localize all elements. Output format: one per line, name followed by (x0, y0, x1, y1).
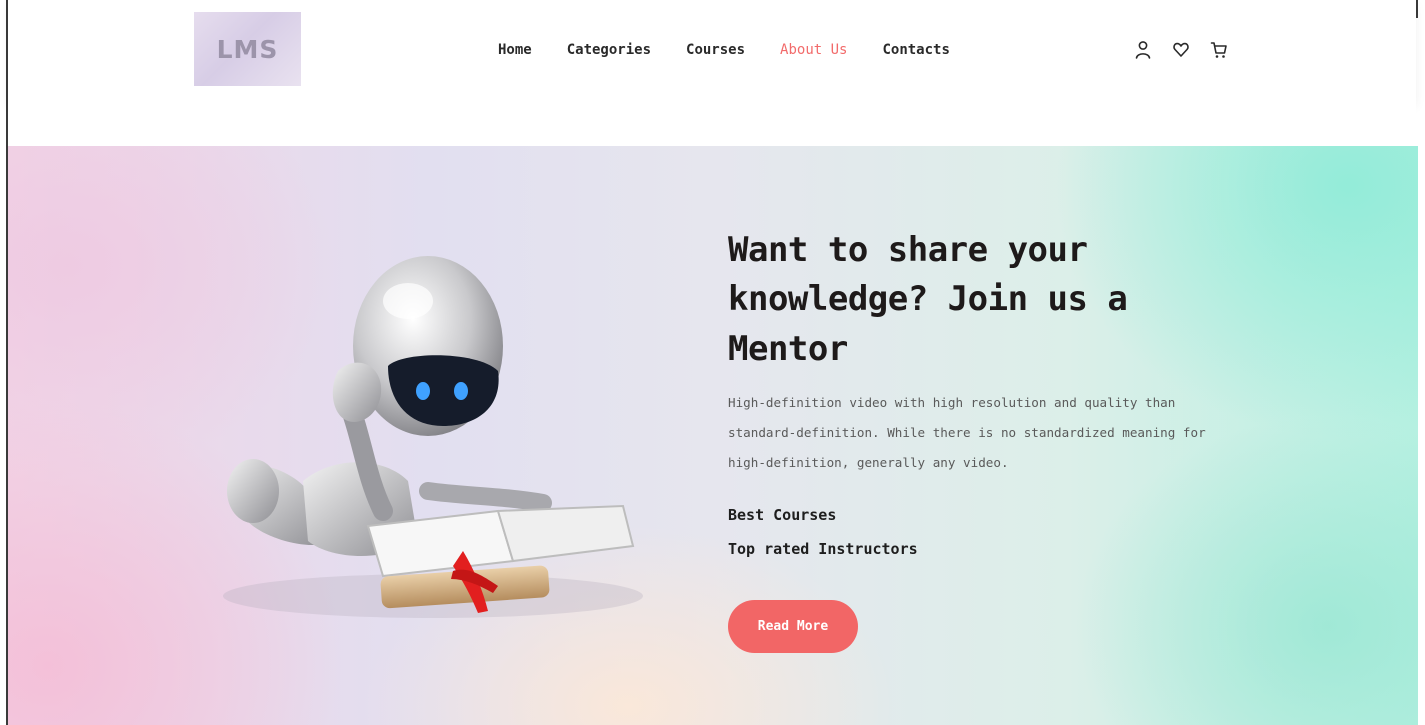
read-more-button[interactable]: Read More (728, 600, 858, 653)
logo[interactable]: LMS (194, 12, 301, 86)
main-nav: Home Categories Courses About Us Contact… (498, 42, 985, 58)
robot-reading-illustration (223, 256, 643, 618)
nav-contacts[interactable]: Contacts (882, 42, 949, 58)
heart-icon[interactable] (1172, 40, 1190, 60)
hero-banner: Want to share your knowledge? Join us a … (8, 146, 1418, 725)
site-header: LMS Home Categories Courses About Us Con… (8, 0, 1416, 103)
hero-title: Want to share your knowledge? Join us a … (728, 230, 1128, 369)
nav-courses[interactable]: Courses (686, 42, 745, 58)
window-border-right (1416, 0, 1418, 18)
header-actions (1134, 40, 1228, 60)
header-spacer (8, 103, 1416, 146)
user-icon[interactable] (1134, 40, 1152, 60)
feature-best-courses: Best Courses (728, 506, 837, 524)
hero-description: High-definition video with high resoluti… (728, 395, 1206, 470)
nav-home[interactable]: Home (498, 42, 532, 58)
nav-about-us[interactable]: About Us (780, 42, 847, 58)
feature-top-rated-instructors: Top rated Instructors (728, 540, 918, 558)
nav-categories[interactable]: Categories (567, 42, 651, 58)
logo-text: LMS (216, 34, 279, 64)
cart-icon[interactable] (1210, 40, 1228, 60)
